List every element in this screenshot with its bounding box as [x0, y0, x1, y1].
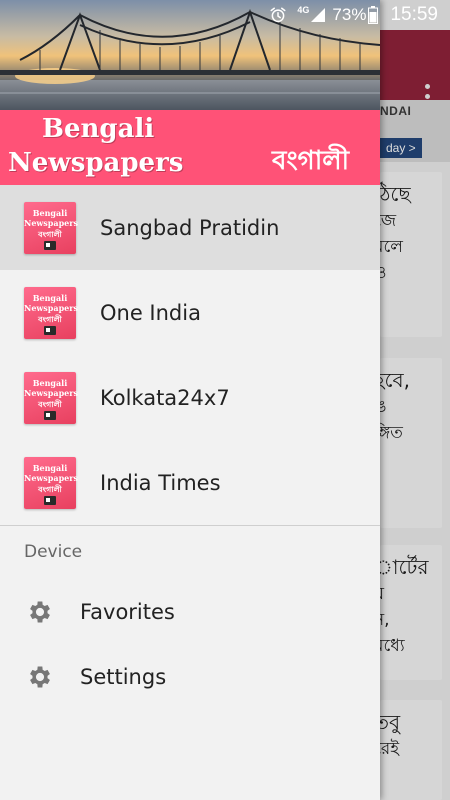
ad-button[interactable]: day >: [380, 138, 422, 158]
app-title-line1: Bengali: [42, 114, 155, 144]
menu-item-india-times[interactable]: Bengali Newspapers বংগালী India Times: [0, 440, 380, 525]
menu-item-kolkata24x7[interactable]: Bengali Newspapers বংগালী Kolkata24x7: [0, 355, 380, 440]
newspaper-icon: [44, 410, 56, 420]
news-card-text: রেই: [380, 739, 400, 759]
news-card-text: ও: [380, 263, 387, 283]
news-card[interactable]: ঠিছে জে মলে ও: [380, 172, 442, 337]
battery-icon: [368, 6, 379, 24]
battery-percentage: 73%: [332, 5, 367, 24]
menu-item-favorites[interactable]: Favorites: [0, 580, 380, 644]
news-card[interactable]: হবে, ঙ ঙ্গিত ,: [380, 358, 442, 528]
menu-item-label: Favorites: [80, 600, 175, 624]
app-logo-icon: Bengali Newspapers বংগালী: [24, 371, 78, 424]
divider: [0, 525, 380, 526]
ad-brand-text: NDAI: [380, 104, 412, 118]
news-card-text: ঙ: [380, 397, 387, 417]
news-card-text: ার্টের: [380, 555, 429, 579]
app-title: Bengali Newspapers: [8, 112, 183, 180]
status-bar: 4G 73% 15:59: [0, 0, 450, 30]
section-label-device: Device: [24, 542, 83, 562]
clock: 15:59: [390, 4, 438, 25]
menu-item-label: Settings: [80, 665, 167, 689]
newspaper-icon: [44, 495, 56, 505]
news-card-text: মধ্যে: [380, 636, 405, 656]
news-card-text: ঠিছে: [380, 182, 411, 206]
signal-icon: [311, 8, 326, 22]
menu-item-label: Sangbad Pratidin: [100, 215, 280, 240]
menu-item-sangbad-pratidin[interactable]: Bengali Newspapers বংগালী Sangbad Pratid…: [0, 185, 380, 270]
menu-item-label: India Times: [100, 470, 221, 495]
gear-icon: [30, 601, 50, 623]
app-logo-icon: Bengali Newspapers বংগালী: [24, 456, 78, 509]
newspaper-icon: [44, 240, 56, 250]
menu-item-one-india[interactable]: Bengali Newspapers বংগালী One India: [0, 270, 380, 355]
news-card[interactable]: তবু রেই: [380, 700, 442, 800]
alarm-icon: [270, 7, 286, 23]
app-logo-icon: Bengali Newspapers বংগালী: [24, 201, 78, 254]
news-card-text: ন,: [380, 610, 390, 630]
network-type: 4G: [297, 5, 310, 15]
news-card-text: মলে: [380, 237, 403, 257]
navigation-drawer: Bengali Newspapers বংগালী Bengali Newspa…: [0, 0, 380, 800]
newspaper-list: Bengali Newspapers বংগালী Sangbad Pratid…: [0, 185, 380, 525]
news-card-text: ,: [380, 446, 442, 472]
news-card-text: ঙ্গিত: [380, 423, 403, 443]
news-card-text: হবে,: [380, 368, 411, 392]
newspaper-icon: [44, 325, 56, 335]
news-card-text: জে: [380, 211, 397, 231]
app-title-line2: Newspapers: [8, 148, 184, 178]
menu-item-label: Kolkata24x7: [100, 385, 230, 410]
menu-item-settings[interactable]: Settings: [0, 645, 380, 709]
gear-icon: [30, 666, 50, 688]
app-logo-icon: Bengali Newspapers বংগালী: [24, 286, 78, 339]
news-card[interactable]: ার্টের য় ন, মধ্যে: [380, 545, 442, 680]
news-card-text: য়: [380, 581, 442, 607]
menu-item-label: One India: [100, 300, 201, 325]
app-title-bengali: বংগালী: [272, 146, 350, 176]
news-card-text: তবু: [380, 710, 401, 734]
